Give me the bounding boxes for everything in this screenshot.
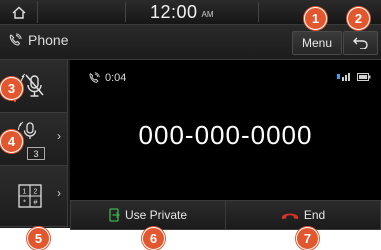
call-duration-text: 0:04 <box>105 72 127 84</box>
use-private-label: Use Private <box>124 208 188 222</box>
callout-7: 7 <box>296 227 319 250</box>
clock: 12:00 AM <box>150 1 214 23</box>
phone-screen: 12:00 AM Phone Menu 3 › 1 2 * # › 0:04 0… <box>0 0 381 250</box>
keypad-icon: 1 2 * # <box>17 184 42 208</box>
mic-mute-icon <box>20 73 44 97</box>
end-call-button[interactable]: End <box>225 200 381 230</box>
callout-4: 4 <box>0 130 23 153</box>
menu-button[interactable]: Menu <box>292 31 342 55</box>
use-private-icon <box>109 208 120 222</box>
svg-text:1: 1 <box>22 189 26 196</box>
back-arrow-icon <box>352 37 368 49</box>
call-duration: 0:04 <box>88 72 126 84</box>
signal-icon <box>337 73 350 81</box>
keypad-button[interactable]: 1 2 * # › <box>0 166 68 227</box>
home-button[interactable] <box>1 1 38 23</box>
callout-1: 1 <box>304 7 327 30</box>
battery-icon <box>357 72 371 81</box>
home-icon <box>12 6 26 19</box>
mic-volume-level: 3 <box>27 147 45 160</box>
callout-2: 2 <box>347 7 370 30</box>
status-divider <box>125 2 126 22</box>
page-title: Phone <box>8 32 68 48</box>
use-private-button[interactable]: Use Private <box>70 200 226 230</box>
svg-text:2: 2 <box>33 189 37 196</box>
phone-call-icon <box>89 72 100 83</box>
page-title-text: Phone <box>28 32 69 48</box>
status-divider <box>258 2 259 22</box>
end-call-label: End <box>303 208 326 222</box>
callout-3: 3 <box>0 77 23 100</box>
caller-number: 000-000-0000 <box>138 120 313 150</box>
callout-6: 6 <box>142 227 165 250</box>
phone-status-indicators <box>337 72 371 81</box>
svg-text:*: * <box>23 200 26 207</box>
end-call-icon <box>281 213 298 219</box>
title-bar: Phone Menu <box>0 25 381 60</box>
chevron-right-icon: › <box>57 129 61 143</box>
clock-time: 12:00 <box>150 2 198 22</box>
call-info-panel: 0:04 000-000-0000 <box>70 60 381 200</box>
back-button[interactable] <box>343 31 378 55</box>
callout-5: 5 <box>27 227 50 250</box>
clock-ampm: AM <box>201 10 214 19</box>
svg-text:#: # <box>33 200 37 207</box>
phone-call-icon <box>9 33 22 46</box>
chevron-right-icon: › <box>57 186 61 200</box>
